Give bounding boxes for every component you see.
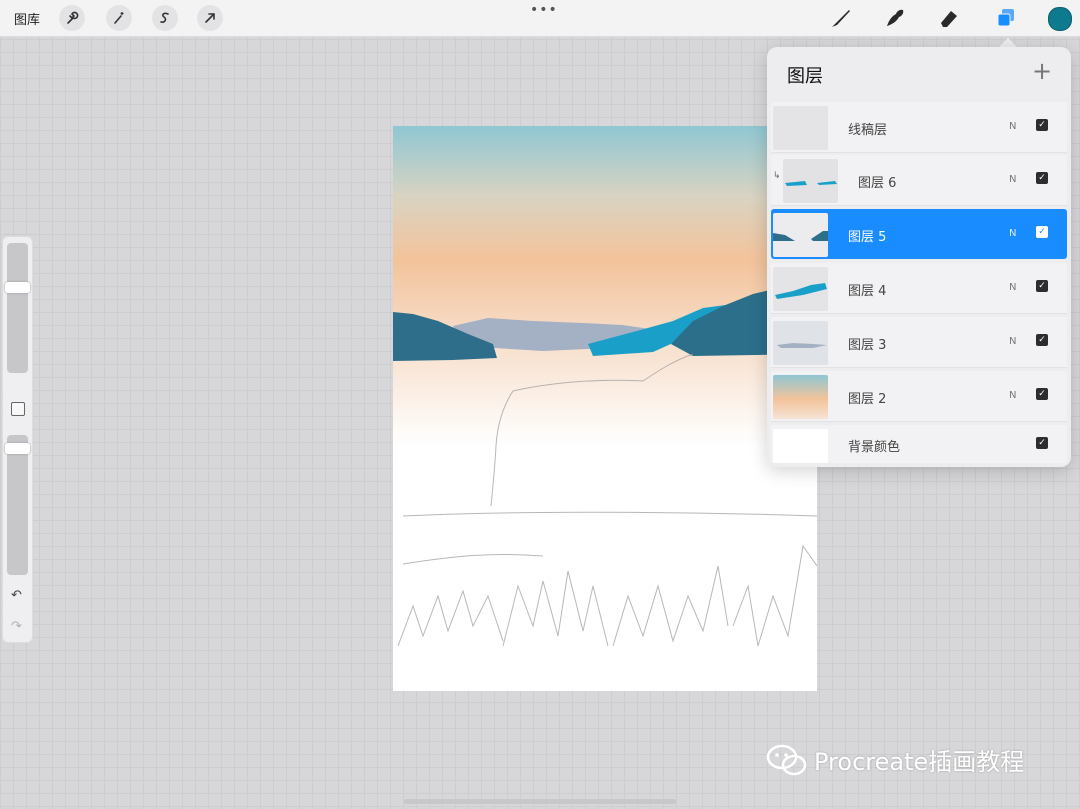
- layers-panel: 图层 + 线稿层 N ✓ ↳ 图层 6 N ✓ 图层 5 N ✓ 图层 4 N …: [767, 47, 1071, 467]
- layer-name: 图层 5: [848, 230, 887, 245]
- visibility-checkbox[interactable]: ✓: [1036, 437, 1048, 449]
- add-layer-button[interactable]: +: [1032, 59, 1052, 83]
- visibility-checkbox[interactable]: ✓: [1036, 280, 1048, 292]
- layer-row[interactable]: 背景颜色 ✓: [771, 425, 1067, 463]
- modify-button[interactable]: [11, 402, 25, 416]
- undo-icon[interactable]: ↶: [11, 588, 22, 603]
- layer-name: 图层 4: [848, 284, 887, 299]
- layers-icon[interactable]: [994, 6, 1018, 30]
- visibility-checkbox[interactable]: ✓: [1036, 388, 1048, 400]
- layer-thumbnail: [773, 321, 828, 365]
- drawing-canvas[interactable]: [393, 126, 817, 691]
- layer-thumbnail: [783, 159, 838, 203]
- blend-mode[interactable]: N: [1009, 336, 1016, 347]
- layer-name: 图层 3: [848, 338, 887, 353]
- layer-thumbnail: [773, 213, 828, 257]
- layer-row[interactable]: 图层 5 N ✓: [771, 209, 1067, 259]
- blend-mode[interactable]: N: [1009, 228, 1016, 239]
- blend-mode[interactable]: N: [1009, 121, 1016, 132]
- visibility-checkbox[interactable]: ✓: [1036, 226, 1048, 238]
- layer-row[interactable]: 线稿层 N ✓: [771, 102, 1067, 153]
- layer-row[interactable]: 图层 4 N ✓: [771, 263, 1067, 314]
- transform-arrow-icon[interactable]: [197, 5, 223, 31]
- brush-icon[interactable]: [829, 6, 853, 30]
- wechat-icon: [766, 744, 807, 775]
- blend-mode[interactable]: N: [1009, 282, 1016, 293]
- layer-thumbnail: [773, 106, 828, 150]
- layer-name: 线稿层: [848, 123, 888, 138]
- canvas-artwork: [393, 126, 817, 647]
- layer-thumbnail: [773, 375, 828, 419]
- brush-size-thumb[interactable]: [5, 282, 30, 293]
- visibility-checkbox[interactable]: ✓: [1036, 334, 1048, 346]
- layer-thumbnail: [773, 429, 828, 463]
- selection-icon[interactable]: [152, 5, 178, 31]
- blend-mode[interactable]: N: [1009, 174, 1016, 185]
- color-picker-swatch[interactable]: [1048, 7, 1072, 31]
- more-options-icon[interactable]: •••: [530, 2, 558, 18]
- smudge-icon[interactable]: [883, 6, 907, 30]
- home-indicator[interactable]: [404, 799, 676, 804]
- visibility-checkbox[interactable]: ✓: [1036, 172, 1048, 184]
- gallery-button[interactable]: 图库: [14, 9, 40, 28]
- opacity-thumb[interactable]: [5, 443, 30, 454]
- layer-row[interactable]: ↳ 图层 6 N ✓: [771, 155, 1067, 206]
- watermark-text: Procreate插画教程: [814, 748, 1025, 776]
- magic-wand-icon[interactable]: [106, 5, 132, 31]
- opacity-slider[interactable]: [7, 435, 28, 575]
- panel-title: 图层: [787, 66, 823, 87]
- visibility-checkbox[interactable]: ✓: [1036, 119, 1048, 131]
- wrench-icon[interactable]: [59, 5, 85, 31]
- layer-thumbnail: [773, 267, 828, 311]
- layer-row[interactable]: 图层 3 N ✓: [771, 317, 1067, 368]
- top-toolbar: 图库 •••: [0, 0, 1080, 37]
- brush-size-slider[interactable]: [7, 243, 28, 373]
- watermark: Procreate插画教程: [766, 742, 1024, 777]
- layer-name: 图层 6: [858, 176, 897, 191]
- redo-icon[interactable]: ↷: [11, 619, 22, 634]
- blend-mode[interactable]: N: [1009, 390, 1016, 401]
- clipping-mask-icon: ↳: [773, 171, 781, 181]
- layer-name: 图层 2: [848, 392, 887, 407]
- layer-name: 背景颜色: [848, 440, 901, 455]
- eraser-icon[interactable]: [937, 6, 961, 30]
- left-sidebar: ↶ ↷: [2, 236, 33, 643]
- sky-gradient: [393, 126, 817, 446]
- layer-row[interactable]: 图层 2 N ✓: [771, 371, 1067, 422]
